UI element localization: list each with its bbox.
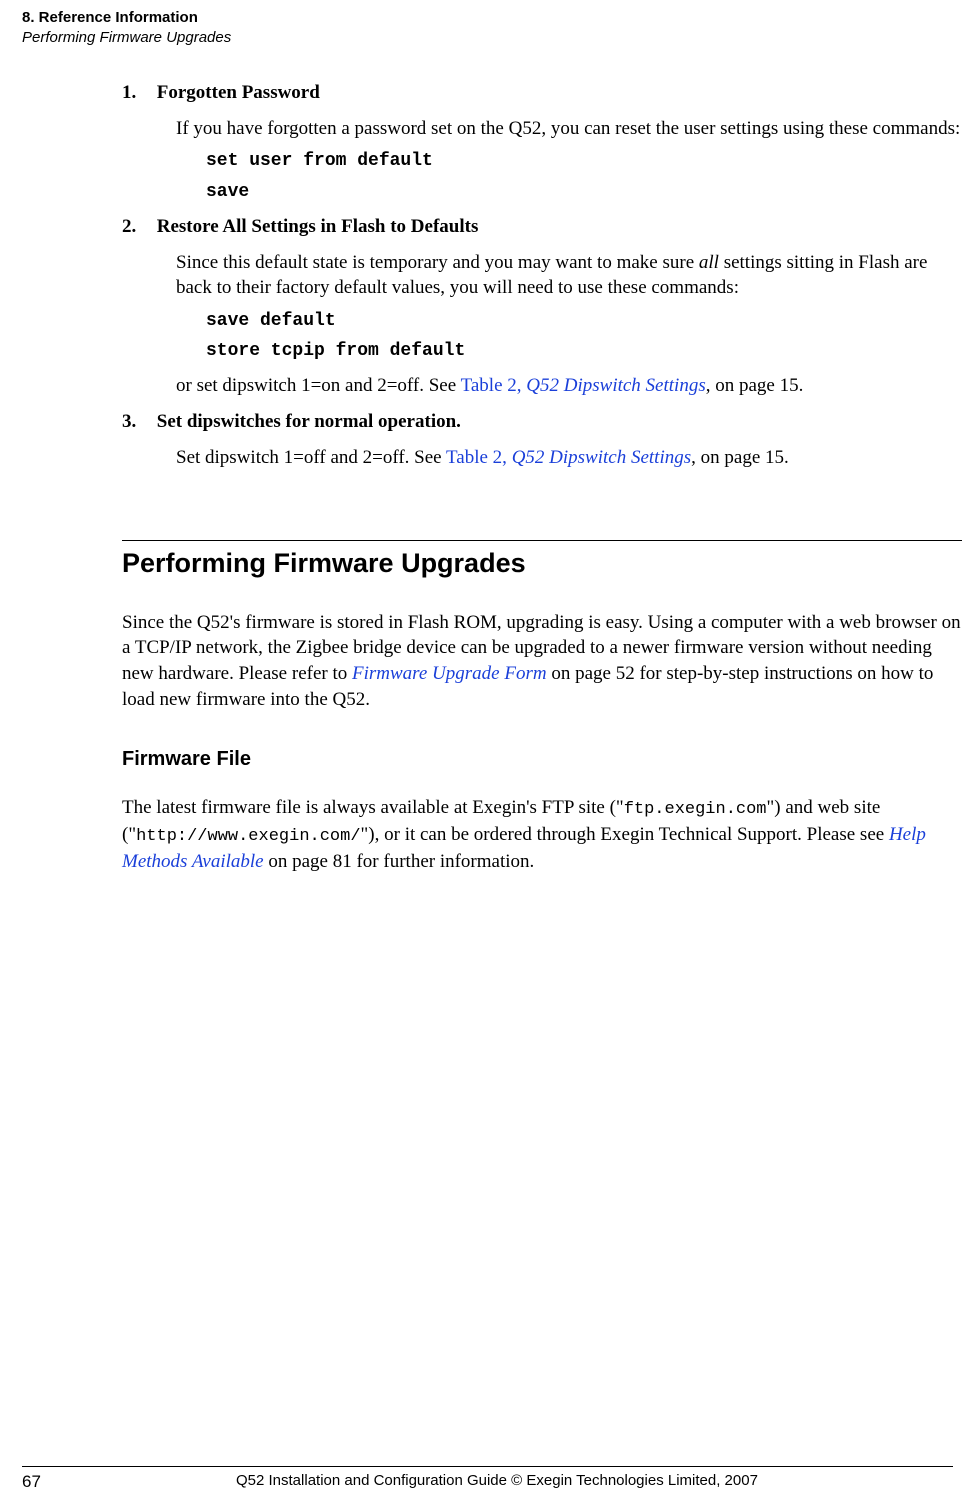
code-block: store tcpip from default [206,339,962,363]
cross-ref-link[interactable]: Q52 Dipswitch Settings [512,447,691,468]
inline-code: ftp.exegin.com [624,800,767,819]
text: The latest firmware file is always avail… [122,797,624,818]
text-emphasis: all [699,252,719,273]
text: Since this default state is temporary an… [176,252,699,273]
section-body: Since the Q52's firmware is stored in Fl… [122,610,962,713]
list-number: 3. [122,409,152,435]
text: , on page 15. [691,447,789,468]
list-body: or set dipswitch 1=on and 2=off. See Tab… [176,373,962,399]
code-block: save [206,180,962,204]
list-body: Set dipswitch 1=off and 2=off. See Table… [176,445,962,471]
header-subtitle: Performing Firmware Upgrades [22,28,231,48]
inline-code: http://www.exegin.com/ [136,827,360,846]
subsection-heading: Firmware File [122,746,962,773]
page-content: 1. Forgotten Password If you have forgot… [122,80,962,875]
footer-text: Q52 Installation and Configuration Guide… [22,1471,953,1491]
section-heading: Performing Firmware Upgrades [122,540,962,581]
list-title: Set dipswitches for normal operation. [157,411,461,432]
list-number: 1. [122,80,152,106]
code-block: set user from default [206,149,962,173]
cross-ref-link[interactable]: Table 2, [446,447,512,468]
list-title: Restore All Settings in Flash to Default… [157,216,479,237]
subsection-body: The latest firmware file is always avail… [122,795,962,875]
page-header: 8. Reference Information Performing Firm… [22,8,231,49]
list-item-restore-defaults: 2. Restore All Settings in Flash to Defa… [122,214,962,399]
list-body: Since this default state is temporary an… [176,250,962,301]
page-number: 67 [22,1471,41,1494]
text: Set dipswitch 1=off and 2=off. See [176,447,446,468]
page-footer: 67 Q52 Installation and Configuration Gu… [22,1466,953,1494]
cross-ref-link[interactable]: Table 2, [461,375,527,396]
text: on page 81 for further information. [264,851,535,872]
list-number: 2. [122,214,152,240]
cross-ref-link[interactable]: Firmware Upgrade Form [352,663,547,684]
list-body: If you have forgotten a password set on … [176,116,962,142]
list-item-forgotten-password: 1. Forgotten Password If you have forgot… [122,80,962,204]
list-item-set-dipswitches: 3. Set dipswitches for normal operation.… [122,409,962,470]
text: , on page 15. [706,375,804,396]
cross-ref-link[interactable]: Q52 Dipswitch Settings [526,375,705,396]
code-block: save default [206,309,962,333]
text: "), or it can be ordered through Exegin … [361,824,889,845]
text: or set dipswitch 1=on and 2=off. See [176,375,461,396]
header-chapter: 8. Reference Information [22,8,231,28]
list-title: Forgotten Password [157,82,320,103]
